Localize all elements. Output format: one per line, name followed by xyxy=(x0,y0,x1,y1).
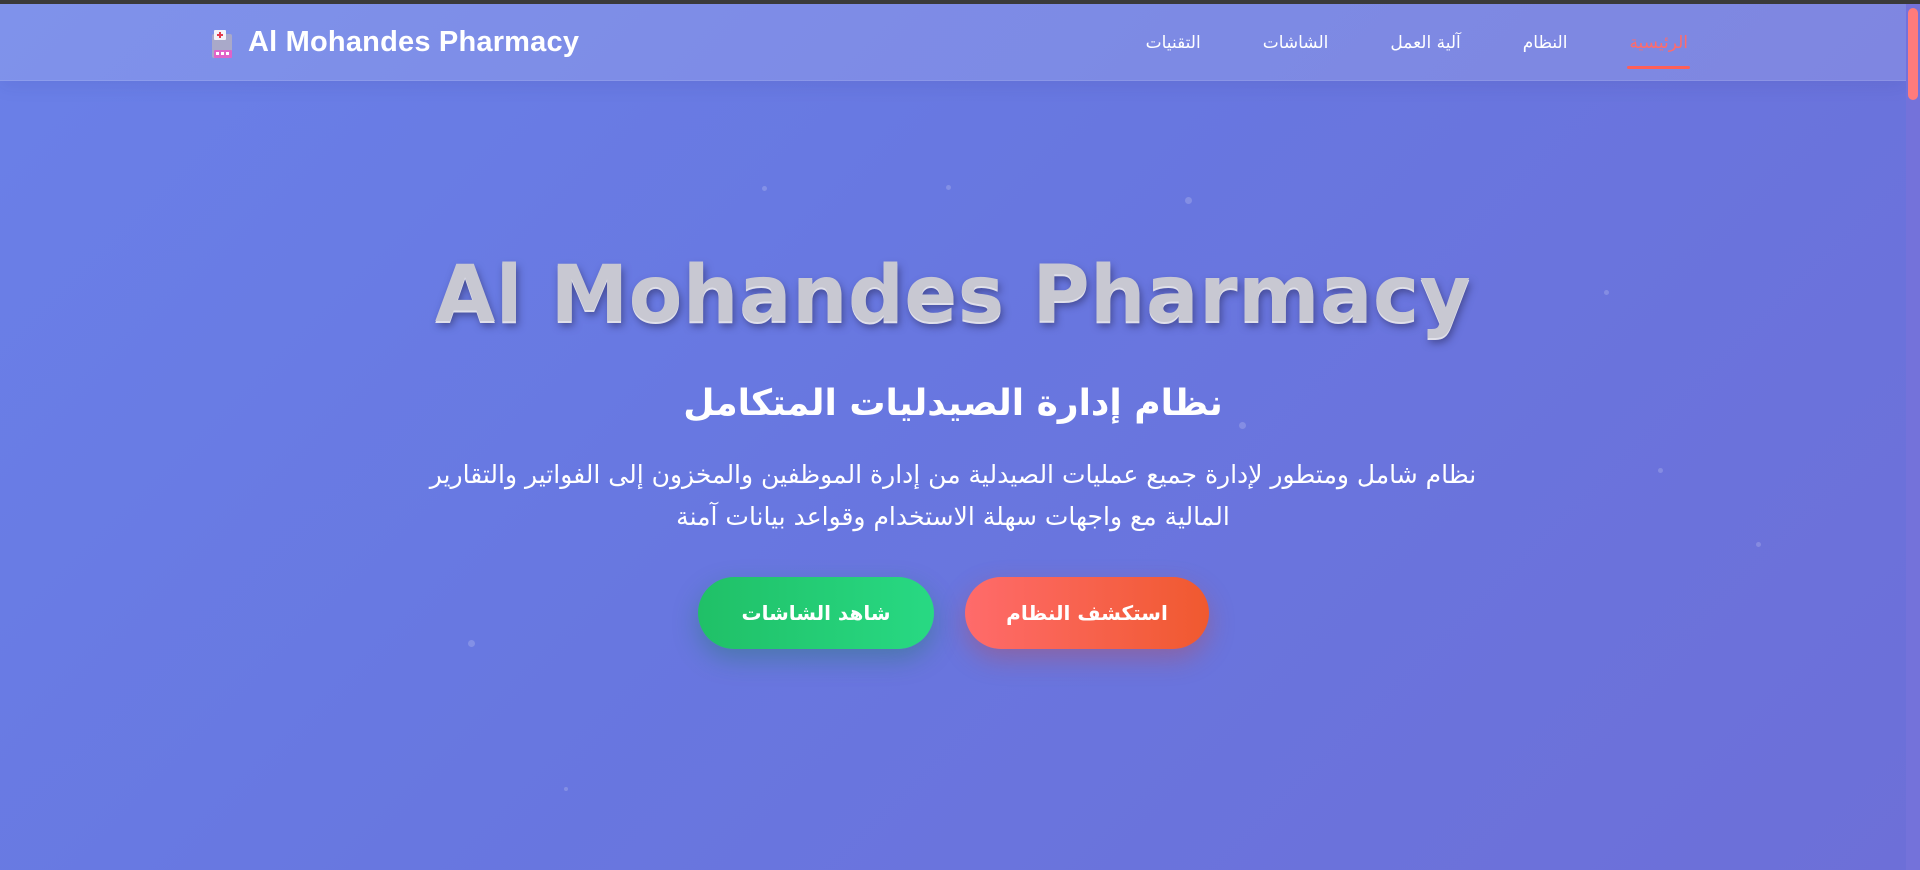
nav-item-technologies[interactable]: التقنيات xyxy=(1146,33,1201,53)
background-particle xyxy=(1658,468,1663,473)
pharmacy-logo-icon xyxy=(210,28,236,58)
nav-item-home[interactable]: الرئيسية xyxy=(1627,33,1690,69)
window-top-border xyxy=(0,0,1920,4)
scrollbar-thumb[interactable] xyxy=(1908,8,1918,100)
background-particle xyxy=(468,640,475,647)
background-particle xyxy=(946,185,951,190)
brand-name: Al Mohandes Pharmacy xyxy=(248,26,580,58)
view-screens-button[interactable]: شاهد الشاشات xyxy=(698,577,934,649)
nav-item-workflow[interactable]: آلية العمل xyxy=(1390,33,1460,53)
nav-links: الرئيسية النظام آلية العمل الشاشات التقن… xyxy=(1146,4,1690,81)
hero-description-line-2: المالية مع واجهات سهلة الاستخدام وقواعد … xyxy=(676,502,1230,531)
hero-description: نظام شامل ومتطور لإدارة جميع عمليات الصي… xyxy=(400,454,1506,538)
navbar: Al Mohandes Pharmacy الرئيسية النظام آلي… xyxy=(0,4,1906,81)
hero-title: Al Mohandes Pharmacy xyxy=(434,250,1472,340)
explore-system-button[interactable]: استكشف النظام xyxy=(965,577,1209,649)
background-particle xyxy=(1185,197,1192,204)
page-scrollbar[interactable] xyxy=(1906,4,1920,870)
hero-description-line-1: نظام شامل ومتطور لإدارة جميع عمليات الصي… xyxy=(429,460,1477,489)
background-particle xyxy=(1756,542,1761,547)
brand[interactable]: Al Mohandes Pharmacy xyxy=(210,26,579,59)
background-particle xyxy=(762,186,767,191)
nav-item-screens[interactable]: الشاشات xyxy=(1263,33,1329,53)
nav-item-system[interactable]: النظام xyxy=(1523,33,1568,53)
hero-subtitle: نظام إدارة الصيدليات المتكامل xyxy=(683,383,1223,424)
background-particle xyxy=(564,787,568,791)
